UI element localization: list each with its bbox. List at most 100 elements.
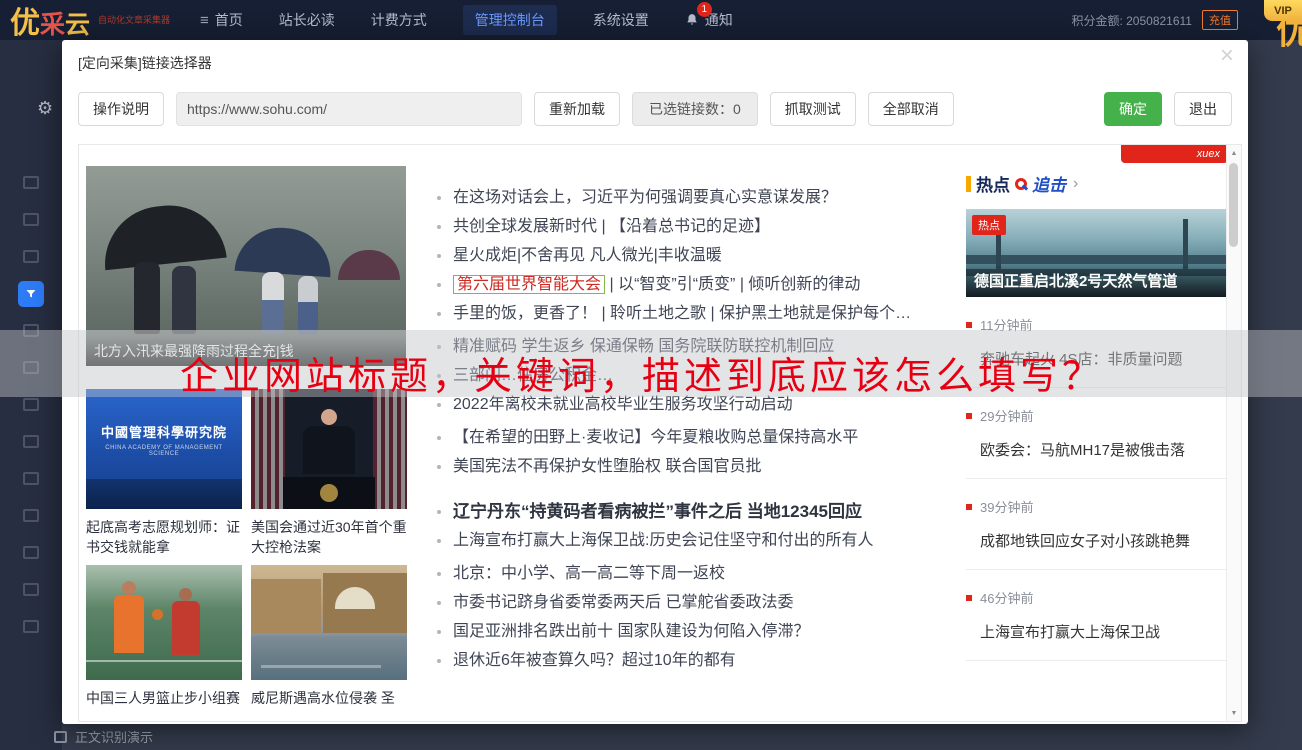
- hotspot-item[interactable]: 39分钟前 成都地铁回应女子对小孩跳艳舞: [966, 479, 1228, 570]
- news-link[interactable]: 三部门…住房公积金…: [431, 361, 963, 390]
- news-card[interactable]: 威尼斯遇高水位侵袭 圣: [251, 565, 407, 708]
- news-text: 国足亚洲排名跌出前十 国家队建设为何陷入停滞？: [453, 623, 809, 640]
- news-link[interactable]: 市委书记跻身省委常委两天后 已掌舵省委政法委: [431, 588, 963, 617]
- hotspot-time-row: 11分钟前: [966, 315, 1228, 334]
- sidebar-icon[interactable]: [23, 213, 39, 226]
- magnifier-icon: [1015, 178, 1027, 190]
- sidebar-icon[interactable]: [23, 546, 39, 559]
- hotspot-feature-link[interactable]: 热点 德国正重启北溪2号天然气管道: [966, 209, 1228, 297]
- flag-shape: [373, 389, 407, 509]
- vip-badge[interactable]: VIP: [1264, 0, 1302, 21]
- person-shape: [134, 262, 160, 334]
- news-text: 星火成炬|不舍再见 凡人微光|丰收温暖: [453, 247, 722, 264]
- reload-button[interactable]: 重新加载: [534, 92, 620, 126]
- confirm-button[interactable]: 确定: [1104, 92, 1162, 126]
- sidebar-item-active-funnel[interactable]: [18, 281, 44, 307]
- reflection-shape: [261, 665, 381, 668]
- flag-shape: [251, 389, 285, 509]
- news-link[interactable]: 手里的饭，更香了！ | 聆听土地之歌 | 保护黑土地就是保护每个…: [431, 299, 963, 328]
- highlighted-link[interactable]: 第六届世界智能大会: [453, 275, 605, 294]
- news-link[interactable]: 北京：中小学、高一高二等下周一返校: [431, 559, 963, 588]
- help-button[interactable]: 操作说明: [78, 92, 164, 126]
- gear-icon[interactable]: ⚙: [37, 98, 53, 119]
- headline-list: 在这场对话会上，习近平为何强调要真心实意谋发展？ 共创全球发展新时代 | 【沿着…: [431, 183, 963, 675]
- sidebar-icon[interactable]: [23, 509, 39, 522]
- news-text: | 以“智变”引“质变” | 倾听创新的律动: [605, 276, 860, 293]
- news-link[interactable]: 美国宪法不再保护女性堕胎权 联合国官员批: [431, 452, 963, 481]
- nav-item-console[interactable]: 管理控制台: [463, 5, 557, 35]
- news-link[interactable]: 【在希望的田野上·麦收记】今年夏粮收购总量保持高水平: [431, 423, 963, 452]
- cancel-all-button[interactable]: 全部取消: [868, 92, 954, 126]
- news-text: 北京：中小学、高一高二等下周一返校: [453, 565, 725, 582]
- news-link[interactable]: 在这场对话会上，习近平为何强调要真心实意谋发展？: [431, 183, 963, 212]
- news-text: 上海宣布打赢大上海保卫战:历史会记住坚守和付出的所有人: [453, 532, 873, 549]
- timestamp: 46分钟前: [980, 588, 1033, 607]
- recharge-button[interactable]: 充值: [1202, 10, 1238, 30]
- nav-item-home[interactable]: ≡ 首页: [200, 5, 243, 35]
- news-text: 辽宁丹东“持黄码者看病被拦”事件之后 当地12345回应: [453, 502, 862, 521]
- nav-item-pricing[interactable]: 计费方式: [371, 5, 427, 35]
- card-caption: 威尼斯遇高水位侵袭 圣: [251, 688, 407, 708]
- sidebar-icon[interactable]: [23, 398, 39, 411]
- sidebar-icon[interactable]: [23, 176, 39, 189]
- news-card[interactable]: 中國管理科學研究院 CHINA ACADEMY OF MANAGEMENT SC…: [86, 389, 242, 557]
- close-icon[interactable]: ×: [1220, 44, 1234, 68]
- hotspot-item[interactable]: 11分钟前 奔驰车起火 4S店：非质量问题: [966, 297, 1228, 388]
- webpage-scrollbar[interactable]: ▲ ▼: [1226, 145, 1241, 721]
- feature-caption: 德国正重启北溪2号天然气管道: [966, 264, 1228, 297]
- umbrella-shape: [99, 200, 226, 270]
- card-caption: 起底高考志愿规划师：证书交钱就能拿: [86, 517, 242, 557]
- hotspot-item[interactable]: 29分钟前 欧委会：马航MH17是被俄击落: [966, 388, 1228, 479]
- yellow-bar-icon: [966, 176, 971, 192]
- left-sidebar: ⚙: [0, 40, 62, 750]
- nav-item-settings[interactable]: 系统设置: [593, 5, 649, 35]
- news-link[interactable]: 第六届世界智能大会 | 以“智变”引“质变” | 倾听创新的律动: [431, 270, 963, 299]
- nav-label: 首页: [215, 10, 243, 30]
- news-link[interactable]: 星火成炬|不舍再见 凡人微光|丰收温暖: [431, 241, 963, 270]
- sidebar-icon[interactable]: [23, 324, 39, 337]
- news-text: 市委书记跻身省委常委两天后 已掌舵省委政法委: [453, 594, 793, 611]
- selected-count-box: 已选链接数：0: [632, 92, 758, 126]
- news-link[interactable]: 2022年离校未就业高校毕业生服务攻坚行动启动: [431, 390, 963, 419]
- institute-title: 中國管理科學研究院: [101, 422, 227, 441]
- app-logo[interactable]: 优 采 云: [10, 0, 90, 42]
- sidebar-icon[interactable]: [23, 583, 39, 596]
- timestamp: 11分钟前: [980, 315, 1033, 334]
- news-link[interactable]: 辽宁丹东“持黄码者看病被拦”事件之后 当地12345回应: [431, 497, 963, 526]
- news-link[interactable]: 退休近6年被查算久吗？超过10年的都有: [431, 646, 963, 675]
- exit-button[interactable]: 退出: [1174, 92, 1232, 126]
- news-link[interactable]: 共创全球发展新时代 | 【沿着总书记的足迹】: [431, 212, 963, 241]
- news-link[interactable]: 国足亚洲排名跌出前十 国家队建设为何陷入停滞？: [431, 617, 963, 646]
- news-card[interactable]: 中国三人男篮止步小组赛: [86, 565, 242, 708]
- sidebar-icon[interactable]: [23, 472, 39, 485]
- promo-banner[interactable]: xuex: [1121, 145, 1228, 163]
- nav-item-must-read[interactable]: 站长必读: [279, 5, 335, 35]
- lead-photo-link[interactable]: 北方入汛来最强降雨过程全充|钱: [86, 166, 406, 366]
- news-link[interactable]: 精准赋码 学生返乡 保通保畅 国务院联防联控机制回应: [431, 332, 963, 361]
- sidebar-icon[interactable]: [23, 361, 39, 374]
- scroll-down-button[interactable]: ▼: [1227, 705, 1241, 721]
- news-text: 共创全球发展新时代 | 【沿着总书记的足迹】: [453, 218, 770, 235]
- headline-column: 在这场对话会上，习近平为何强调要真心实意谋发展？ 共创全球发展新时代 | 【沿着…: [431, 183, 963, 675]
- hotspot-column: 热点 追击 › 热点 德国正重启北溪2号天然气管道 11分钟前 奔驰车起火 4S…: [966, 171, 1228, 661]
- hotspot-item[interactable]: 46分钟前 上海宣布打赢大上海保卫战: [966, 570, 1228, 661]
- news-text: 精准赋码 学生返乡 保通保畅 国务院联防联控机制回应: [453, 338, 834, 355]
- chevron-right-icon: ›: [1073, 175, 1078, 193]
- news-card[interactable]: 美国会通过近30年首个重大控枪法案: [251, 389, 407, 557]
- grab-test-button[interactable]: 抓取测试: [770, 92, 856, 126]
- scrollbar-thumb[interactable]: [1229, 163, 1238, 247]
- card-image-biden: [251, 389, 407, 509]
- news-link[interactable]: 上海宣布打赢大上海保卫战:历史会记住坚守和付出的所有人: [431, 526, 963, 555]
- player-shape: [114, 595, 144, 653]
- sidebar-icon[interactable]: [23, 250, 39, 263]
- building-shape: [251, 579, 321, 633]
- person-shape: [303, 426, 355, 474]
- demo-menu-item[interactable]: 正文识别演示: [54, 727, 153, 746]
- scroll-up-button[interactable]: ▲: [1227, 145, 1241, 161]
- hotspot-header[interactable]: 热点 追击 ›: [966, 171, 1228, 196]
- url-input[interactable]: [176, 92, 522, 126]
- sidebar-icon[interactable]: [23, 620, 39, 633]
- sidebar-icon[interactable]: [23, 435, 39, 448]
- nav-item-notifications[interactable]: 1 通知: [685, 5, 733, 35]
- institute-subtitle: CHINA ACADEMY OF MANAGEMENT SCIENCE: [92, 445, 236, 457]
